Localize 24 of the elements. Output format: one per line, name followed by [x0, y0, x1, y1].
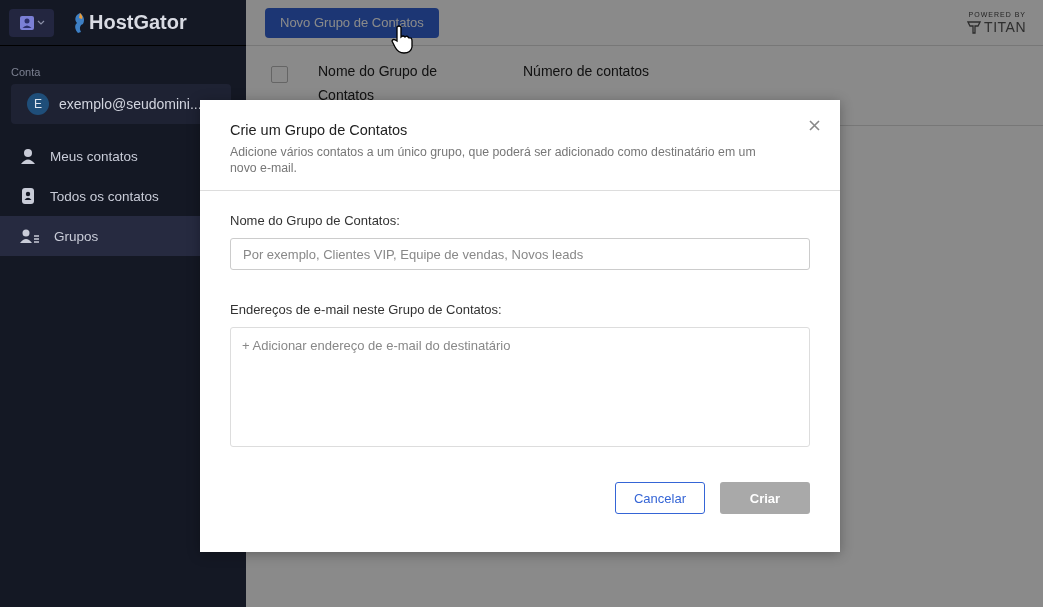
sidebar-item[interactable]: Todos os contatos — [0, 176, 246, 216]
email-addresses-field[interactable]: + Adicionar endereço de e-mail do destinatário — [230, 327, 810, 447]
group-name-field[interactable]: Por exemplo, Clientes VIP, Equipe de vendas, Novos leads — [230, 238, 810, 270]
titan-logo-icon — [967, 19, 982, 34]
field-label: Endereços de e-mail neste Grupo de Contatos: — [230, 302, 503, 317]
contact-caret-icon — [18, 14, 45, 31]
contact-card-icon — [20, 188, 36, 204]
app-switcher-button[interactable] — [9, 8, 54, 37]
dialog-description: Adicione vários contatos a um único grupo, que poderá ser adicionado como destinatário em um novo e-mail. — [230, 144, 757, 176]
column-header: Nome do Grupo de Contatos — [318, 62, 439, 105]
account-selector[interactable]: E exemplo@seudomini... — [11, 84, 231, 124]
cancel-button[interactable]: Cancelar — [615, 482, 705, 514]
account-label: Conta — [10, 65, 42, 80]
dialog-title: Crie um Grupo de Contatos — [230, 122, 409, 138]
close-button[interactable] — [809, 120, 820, 131]
account-email: exemplo@seudomini... — [59, 96, 202, 112]
brand-name: HostGator — [89, 11, 187, 34]
account-avatar: E — [27, 93, 49, 115]
hand-cursor-icon — [391, 25, 413, 55]
titan-brand: TITAN — [984, 18, 1026, 35]
select-all-checkbox[interactable] — [271, 66, 288, 83]
person-icon — [20, 148, 36, 164]
group-list-icon — [20, 228, 40, 244]
column-header: Número de contatos — [523, 62, 650, 81]
